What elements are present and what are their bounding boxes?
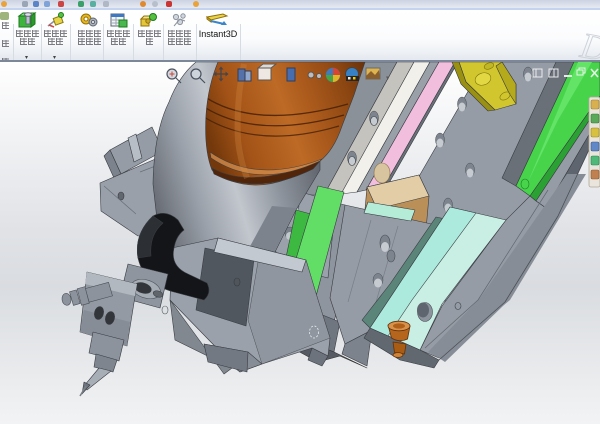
- svg-text:▾: ▾: [386, 75, 390, 82]
